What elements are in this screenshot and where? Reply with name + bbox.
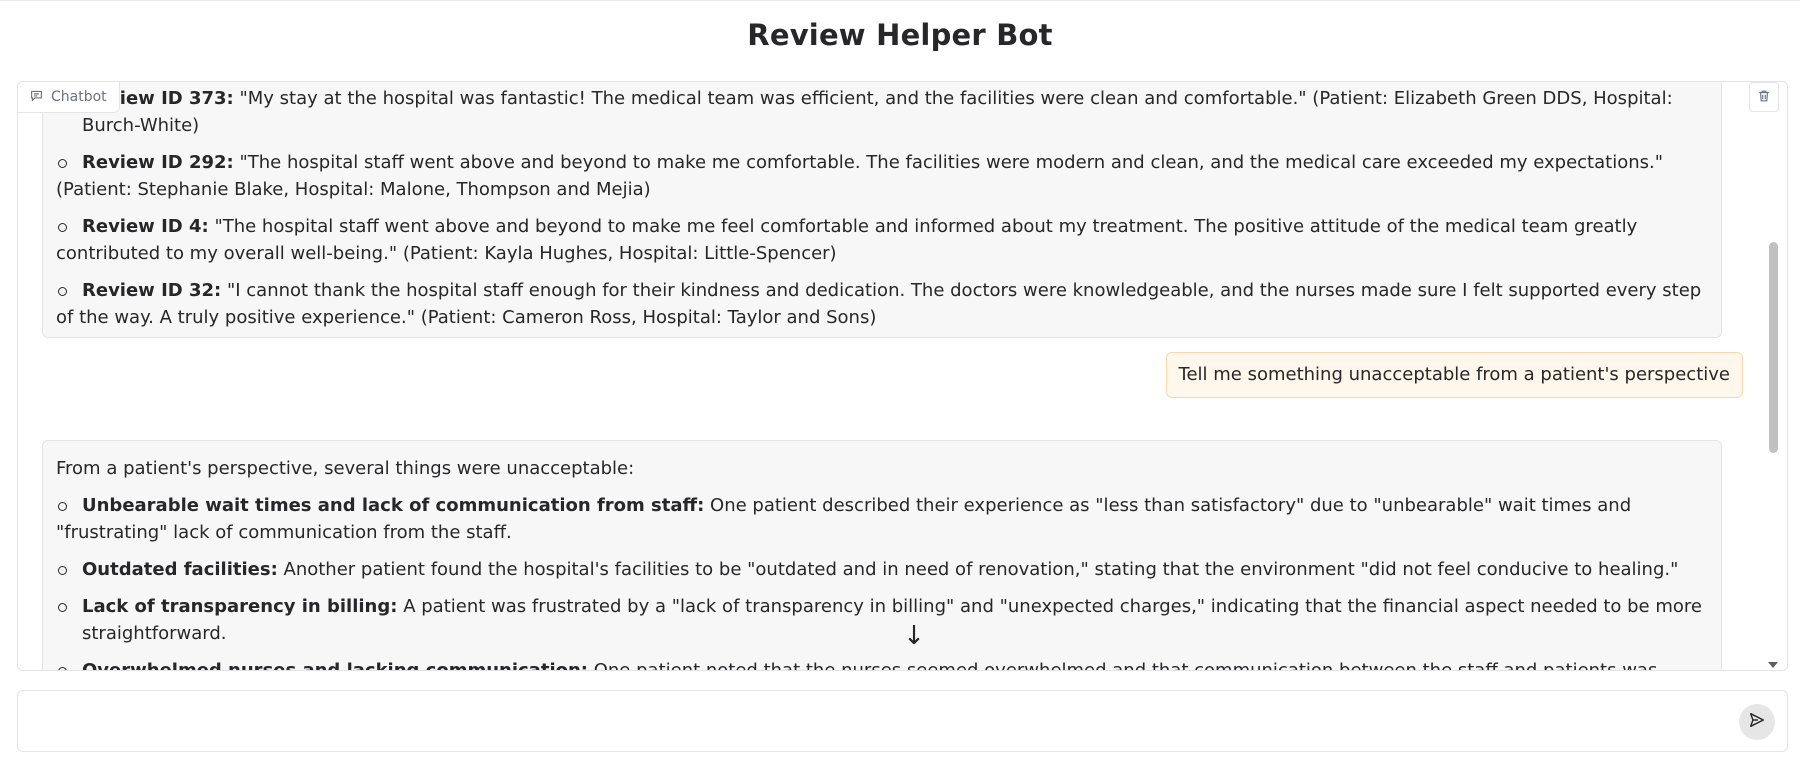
clear-chat-button[interactable]	[1749, 82, 1779, 112]
issue-title: Overwhelmed nurses and lacking communica…	[82, 660, 588, 671]
message-input[interactable]	[30, 701, 1710, 743]
page-title: Review Helper Bot	[747, 18, 1053, 52]
bot-message: From a patient's perspective, several th…	[42, 440, 1722, 671]
list-item: Overwhelmed nurses and lacking communica…	[56, 657, 1708, 671]
chatbot-label-text: Chatbot	[51, 89, 107, 105]
send-button[interactable]	[1739, 704, 1775, 740]
list-item: Outdated facilities: Another patient fou…	[56, 556, 1708, 583]
review-id: Review ID 32:	[82, 280, 222, 301]
review-id: Review ID 292:	[82, 152, 234, 173]
review-text: "The hospital staff went above and beyon…	[56, 152, 1664, 200]
review-list: Review ID 373: "My stay at the hospital …	[56, 85, 1708, 331]
review-text: "I cannot thank the hospital staff enoug…	[56, 280, 1702, 328]
list-item: Unbearable wait times and lack of commun…	[56, 492, 1708, 546]
list-item: Review ID 32: "I cannot thank the hospit…	[56, 277, 1708, 331]
review-text: "My stay at the hospital was fantastic! …	[82, 88, 1673, 136]
chatbot-label: Chatbot	[18, 82, 120, 113]
review-id: Review ID 4:	[82, 216, 209, 237]
arrow-down-icon: ↓	[903, 621, 925, 651]
issue-title: Lack of transparency in billing:	[82, 596, 398, 617]
user-message: Tell me something unacceptable from a pa…	[1165, 352, 1743, 398]
list-item: Lack of transparency in billing: A patie…	[56, 593, 1708, 647]
message-input-box	[17, 690, 1788, 752]
issue-title: Unbearable wait times and lack of commun…	[82, 495, 705, 516]
message-intro: From a patient's perspective, several th…	[56, 458, 635, 479]
chat-bubble-icon	[30, 89, 43, 106]
send-icon	[1748, 711, 1766, 733]
scrollbar-down-arrow[interactable]	[1768, 662, 1778, 668]
list-item: Review ID 4: "The hospital staff went ab…	[56, 213, 1708, 267]
list-item: Review ID 292: "The hospital staff went …	[56, 149, 1708, 203]
list-item: Review ID 373: "My stay at the hospital …	[56, 85, 1708, 139]
issue-list: Unbearable wait times and lack of commun…	[56, 492, 1708, 671]
trash-icon	[1757, 88, 1771, 107]
review-text: "The hospital staff went above and beyon…	[56, 216, 1638, 264]
scroll-to-bottom-button[interactable]: ↓	[903, 621, 925, 651]
scrollbar-thumb[interactable]	[1769, 242, 1778, 453]
bot-message: Review ID 373: "My stay at the hospital …	[42, 82, 1722, 338]
chatbot-panel: Chatbot Review ID 373: "My stay at the h…	[17, 81, 1788, 671]
issue-text: Another patient found the hospital's fac…	[283, 559, 1679, 580]
issue-title: Outdated facilities:	[82, 559, 278, 580]
top-divider	[0, 0, 1800, 1]
